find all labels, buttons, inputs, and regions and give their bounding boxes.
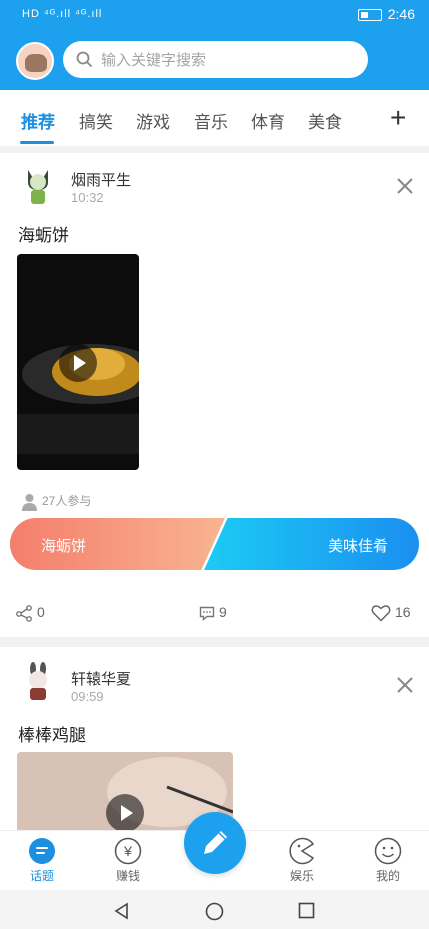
search-input[interactable] xyxy=(99,41,358,80)
pacman-icon xyxy=(289,837,315,865)
tab-fade xyxy=(357,108,371,130)
post-username[interactable]: 轩辕华夏 xyxy=(71,668,131,689)
svg-text:¥: ¥ xyxy=(123,843,132,859)
status-bar: HD ⁴ᴳ.ıll ⁴ᴳ.ıll 2:46 xyxy=(0,0,429,32)
comment-icon xyxy=(199,606,215,621)
battery-icon xyxy=(357,9,382,22)
chat-icon xyxy=(29,838,55,864)
vote-option-right-label: 美味佳肴 xyxy=(327,538,388,555)
vote-option-left-label: 海蛎饼 xyxy=(41,538,87,555)
vote-option-left[interactable]: 海蛎饼 xyxy=(10,518,225,570)
add-tab-icon[interactable]: + xyxy=(390,102,406,134)
search-bar[interactable] xyxy=(63,41,368,80)
post-user-avatar[interactable] xyxy=(22,662,54,702)
search-icon xyxy=(76,51,92,67)
video-thumbnail[interactable] xyxy=(17,254,139,470)
tab-music[interactable]: 音乐 xyxy=(194,108,228,133)
post-title[interactable]: 海蛎饼 xyxy=(18,221,69,246)
smiley-icon xyxy=(374,837,402,865)
post-user-avatar[interactable] xyxy=(22,166,54,206)
close-icon[interactable] xyxy=(395,176,415,196)
play-icon[interactable] xyxy=(59,344,97,382)
nav-profile[interactable]: 我的 xyxy=(360,837,416,884)
share-button[interactable]: 0 xyxy=(16,604,45,622)
play-icon[interactable] xyxy=(106,794,144,830)
nav-earn[interactable]: ¥ 赚钱 xyxy=(100,837,156,884)
post-time: 10:32 xyxy=(71,190,104,205)
tab-food[interactable]: 美食 xyxy=(308,108,342,133)
tab-games[interactable]: 游戏 xyxy=(136,108,170,133)
recents-icon[interactable] xyxy=(298,902,315,919)
yen-icon: ¥ xyxy=(114,837,142,865)
clock: 2:46 xyxy=(387,6,415,22)
tab-sports[interactable]: 体育 xyxy=(251,108,285,133)
active-tab-indicator xyxy=(20,141,54,144)
nav-entertainment[interactable]: 娱乐 xyxy=(274,837,330,884)
back-icon[interactable] xyxy=(113,902,131,920)
system-nav-bar xyxy=(0,890,429,929)
share-icon xyxy=(16,604,32,622)
post-title[interactable]: 棒棒鸡腿 xyxy=(18,721,86,746)
close-icon[interactable] xyxy=(395,675,415,695)
heart-icon xyxy=(371,605,391,622)
pencil-icon xyxy=(204,831,227,854)
like-button[interactable]: 16 xyxy=(371,604,411,622)
person-icon xyxy=(22,493,37,511)
participants-count: 27人参与 xyxy=(22,492,91,511)
comment-button[interactable]: 9 xyxy=(199,604,227,621)
signal-status: HD ⁴ᴳ.ıll ⁴ᴳ.ıll xyxy=(22,8,103,20)
nav-topics[interactable]: 话题 xyxy=(14,837,70,884)
user-avatar[interactable] xyxy=(16,42,54,80)
post-time: 09:59 xyxy=(71,689,104,704)
tab-recommend[interactable]: 推荐 xyxy=(21,108,55,133)
compose-button[interactable] xyxy=(184,812,246,874)
vote-option-right[interactable]: 美味佳肴 xyxy=(204,518,419,570)
app-header xyxy=(0,32,429,90)
post-username[interactable]: 烟雨平生 xyxy=(71,169,131,190)
category-tabs: 推荐 搞笑 游戏 音乐 体育 美食 + xyxy=(0,90,429,146)
home-icon[interactable] xyxy=(205,902,224,921)
tab-funny[interactable]: 搞笑 xyxy=(79,108,113,133)
